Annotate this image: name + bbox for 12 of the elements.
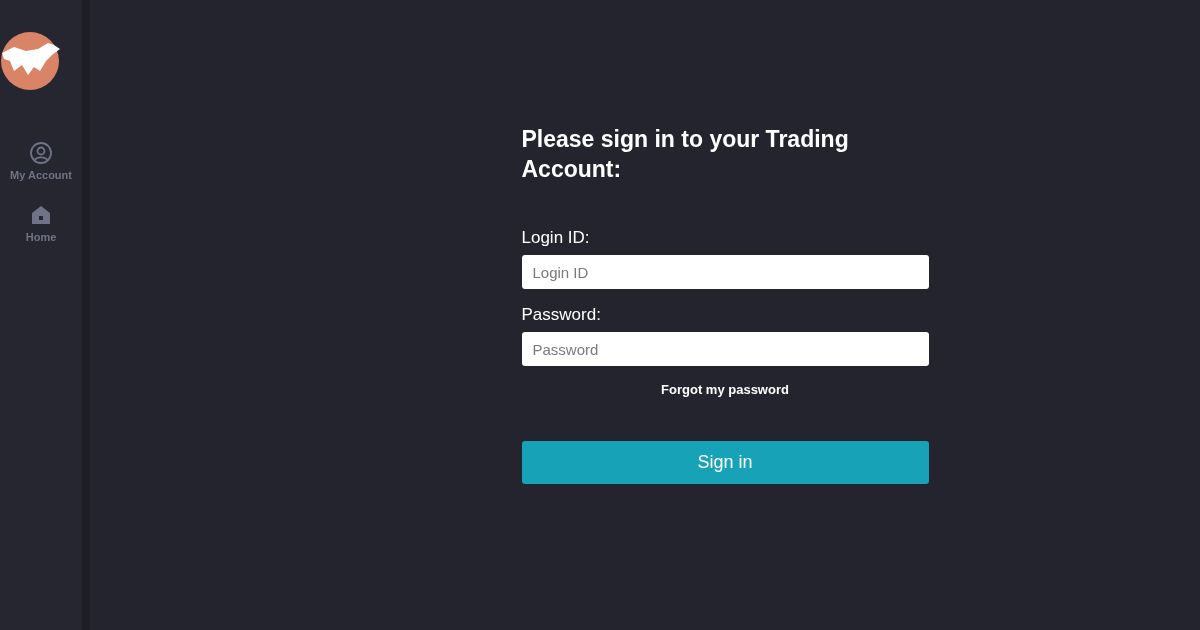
nav-item[interactable]: Home bbox=[25, 203, 57, 243]
user-icon bbox=[29, 141, 53, 165]
input-field[interactable]: Password bbox=[521, 332, 929, 366]
home-icon bbox=[29, 203, 53, 227]
field-label: Password: bbox=[521, 305, 602, 325]
field-label: Login ID: bbox=[521, 228, 591, 248]
forgot-password-link[interactable]: Forgot my password bbox=[661, 382, 789, 397]
sign-in-button[interactable]: Sign in bbox=[521, 441, 929, 484]
nav-item[interactable]: My Account bbox=[10, 141, 72, 181]
form-title: Please sign in to your Trading Account: bbox=[521, 125, 850, 184]
input-field[interactable]: Login ID bbox=[521, 255, 929, 289]
logo-icon bbox=[0, 31, 60, 91]
